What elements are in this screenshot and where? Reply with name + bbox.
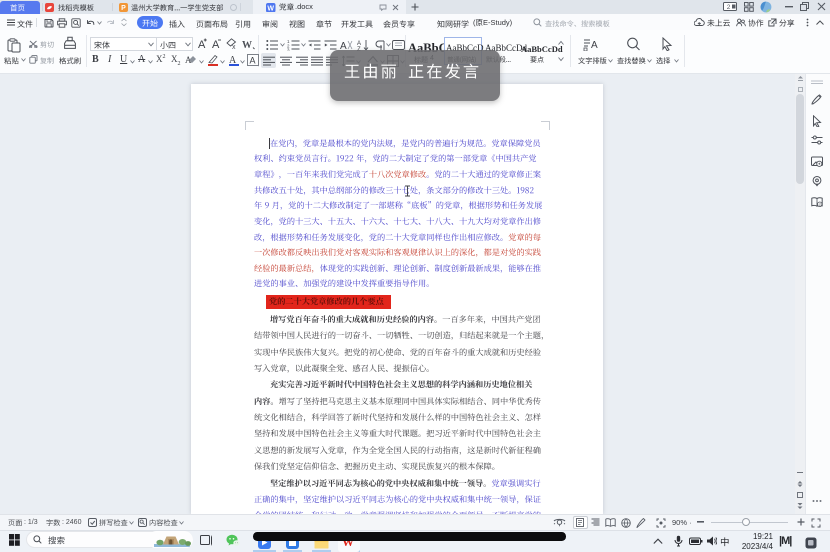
svg-text:A: A	[591, 40, 598, 51]
svg-text:G: G	[819, 202, 822, 207]
svg-text:3: 3	[287, 48, 290, 52]
svg-text:A: A	[212, 39, 220, 50]
svg-text:A: A	[250, 56, 256, 66]
svg-text:W: W	[267, 5, 274, 12]
svg-text:2: 2	[727, 4, 731, 11]
svg-text:x: x	[232, 44, 236, 50]
svg-text:W: W	[242, 40, 252, 50]
svg-text:P: P	[121, 5, 126, 12]
